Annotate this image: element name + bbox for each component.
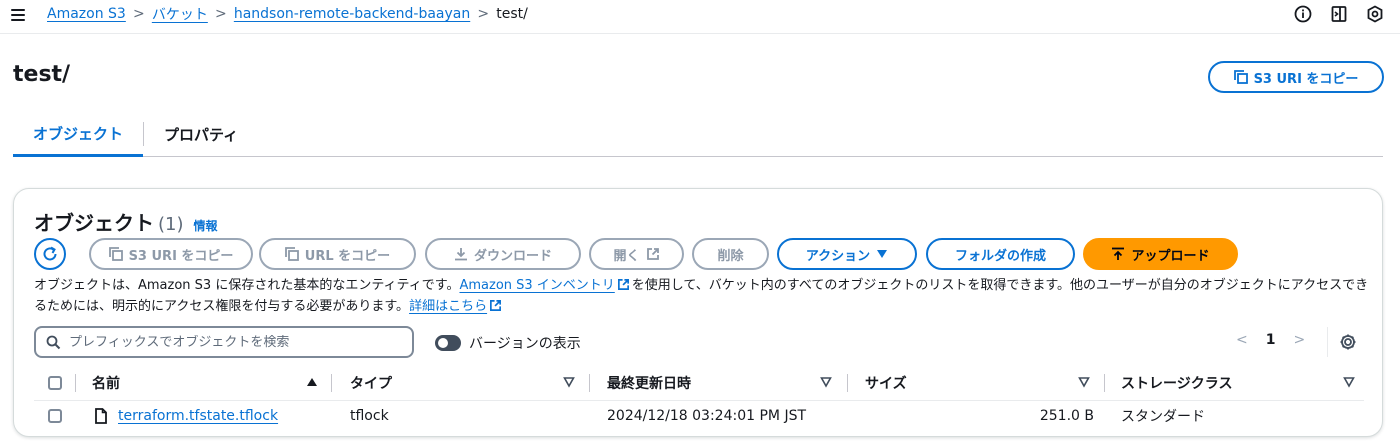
tab-bar: オブジェクト プロパティ — [13, 112, 1383, 157]
chevron-right-icon: > — [477, 6, 490, 22]
pagination-divider — [1327, 327, 1328, 357]
external-link-icon[interactable] — [617, 278, 630, 291]
tab-objects[interactable]: オブジェクト — [13, 112, 144, 157]
search-box — [34, 326, 414, 358]
copy-s3-uri-disabled-label: S3 URI をコピー — [128, 248, 234, 264]
objects-panel-header: オブジェクト (1) 情報 — [34, 207, 218, 236]
copy-s3-uri-button[interactable]: S3 URI をコピー — [1208, 61, 1384, 93]
create-folder-label: フォルダの作成 — [954, 248, 1046, 264]
object-name-link[interactable]: terraform.tfstate.tflock — [118, 408, 278, 424]
delete-button[interactable]: 削除 — [692, 238, 769, 270]
copy-icon — [108, 247, 123, 261]
download-label: ダウンロード — [473, 248, 552, 264]
breadcrumb-item-bucket[interactable]: handson-remote-backend-baayan — [234, 6, 470, 22]
caret-down-icon — [877, 250, 888, 258]
copy-s3-uri-disabled-button[interactable]: S3 URI をコピー — [89, 238, 253, 270]
objects-panel-title: オブジェクト — [34, 211, 154, 235]
create-folder-button[interactable]: フォルダの作成 — [926, 238, 1075, 270]
column-divider — [331, 374, 332, 392]
storage-class-cell: スタンダード — [1121, 409, 1205, 425]
top-bar: Amazon S3 > バケット > handson-remote-backen… — [0, 0, 1400, 34]
tab-properties[interactable]: プロパティ — [144, 112, 258, 157]
copy-s3-uri-label: S3 URI をコピー — [1253, 71, 1359, 87]
column-divider — [847, 374, 848, 392]
inventory-link[interactable]: Amazon S3 インベントリ — [459, 278, 614, 293]
download-icon — [454, 248, 467, 261]
column-divider — [589, 374, 590, 392]
name-cell: terraform.tfstate.tflock — [94, 401, 278, 431]
description-text-1: オブジェクトは、Amazon S3 に保存された基本的なエンティティです。 — [34, 278, 460, 293]
page-title: test/ — [13, 62, 71, 87]
document-icon[interactable] — [1328, 3, 1350, 25]
file-icon — [95, 408, 107, 424]
copy-url-label: URL をコピー — [304, 248, 391, 264]
table-header: 名前 タイプ 最終更新日時 サイズ ストレージクラス — [34, 370, 1364, 396]
objects-count: (1) — [158, 214, 184, 235]
sort-asc-icon[interactable] — [306, 376, 318, 388]
type-cell: tflock — [350, 408, 389, 424]
download-button[interactable]: ダウンロード — [425, 238, 581, 270]
info-circle-icon[interactable] — [1292, 3, 1314, 25]
upload-icon — [1112, 247, 1125, 260]
copy-icon — [1233, 70, 1248, 84]
select-all-checkbox[interactable] — [48, 370, 62, 396]
breadcrumb-item-s3[interactable]: Amazon S3 — [47, 6, 126, 22]
learn-more-link[interactable]: 詳細はこちら — [409, 299, 487, 314]
page-number-1[interactable]: 1 — [1266, 332, 1276, 348]
last-modified-cell: 2024/12/18 03:24:01 PM JST — [607, 408, 807, 424]
column-divider — [75, 374, 76, 392]
chevron-right-icon[interactable]: > — [1293, 332, 1305, 348]
open-label: 開く — [613, 248, 640, 264]
refresh-button[interactable] — [34, 238, 66, 270]
copy-url-button[interactable]: URL をコピー — [259, 238, 416, 270]
upload-label: アップロード — [1131, 248, 1210, 264]
actions-dropdown-button[interactable]: アクション — [777, 238, 917, 270]
actions-label: アクション — [805, 248, 871, 264]
column-header-name[interactable]: 名前 — [92, 370, 120, 396]
show-versions-label: バージョンの表示 — [469, 336, 581, 352]
size-cell: 251.0 B — [1039, 408, 1094, 424]
search-icon — [46, 335, 61, 349]
table-row: terraform.tfstate.tflock tflock 2024/12/… — [34, 400, 1364, 430]
show-versions-control: バージョンの表示 — [435, 333, 581, 353]
chevron-right-icon: > — [132, 6, 145, 22]
sort-desc-icon[interactable] — [1343, 376, 1355, 388]
settings-gear-icon[interactable] — [1364, 3, 1386, 25]
column-header-type[interactable]: タイプ — [350, 370, 392, 396]
sort-desc-icon[interactable] — [820, 376, 832, 388]
column-header-last-modified[interactable]: 最終更新日時 — [607, 370, 691, 396]
settings-gear-icon[interactable] — [1339, 333, 1357, 355]
external-link-icon[interactable] — [489, 299, 502, 312]
breadcrumb-item-buckets[interactable]: バケット — [152, 4, 208, 24]
external-link-icon — [646, 248, 659, 260]
breadcrumb: Amazon S3 > バケット > handson-remote-backen… — [47, 4, 528, 24]
chevron-left-icon[interactable]: < — [1236, 332, 1248, 348]
column-divider — [1104, 374, 1105, 392]
row-checkbox[interactable] — [48, 401, 62, 431]
objects-panel: オブジェクト (1) 情報 S3 URI をコピー URL をコピー ダウンロー… — [13, 188, 1383, 437]
sort-desc-icon[interactable] — [563, 376, 575, 388]
chevron-right-icon: > — [214, 6, 227, 22]
objects-description: オブジェクトは、Amazon S3 に保存された基本的なエンティティです。Ama… — [34, 275, 1369, 317]
search-input[interactable] — [69, 334, 389, 350]
column-header-size[interactable]: サイズ — [865, 370, 907, 396]
info-link[interactable]: 情報 — [194, 217, 218, 234]
sort-desc-icon[interactable] — [1078, 376, 1090, 388]
breadcrumb-current: test/ — [496, 6, 528, 22]
delete-label: 削除 — [717, 248, 744, 264]
column-header-storage-class[interactable]: ストレージクラス — [1121, 370, 1232, 396]
show-versions-toggle[interactable] — [435, 335, 461, 351]
refresh-icon — [43, 246, 57, 261]
pagination: < 1 > — [1236, 332, 1305, 348]
upload-button[interactable]: アップロード — [1083, 238, 1238, 270]
open-button[interactable]: 開く — [589, 238, 684, 270]
menu-icon[interactable] — [9, 5, 29, 25]
copy-icon — [284, 247, 299, 261]
